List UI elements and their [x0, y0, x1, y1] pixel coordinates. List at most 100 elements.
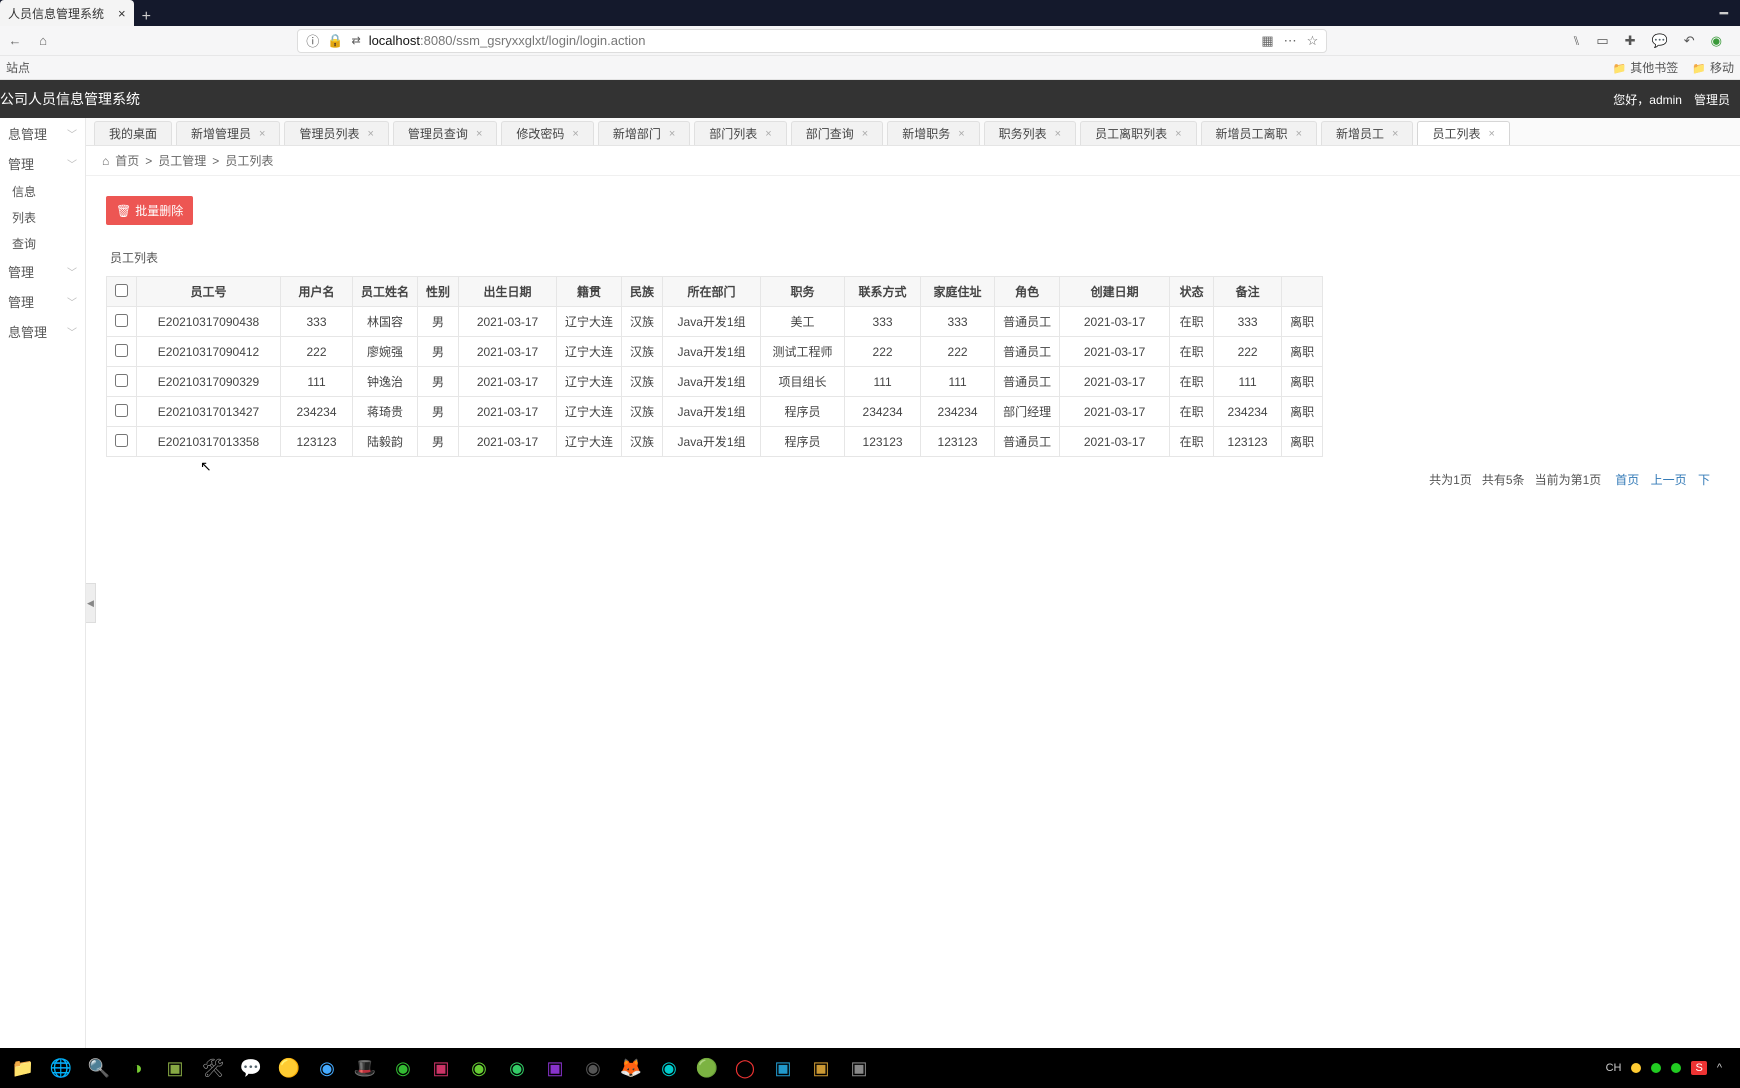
content-tab[interactable]: 部门查询×: [791, 121, 883, 145]
eclipse-icon[interactable]: ◉: [578, 1053, 608, 1083]
search-icon[interactable]: 🔍: [84, 1053, 114, 1083]
close-icon[interactable]: ×: [958, 128, 964, 140]
vs-icon[interactable]: ▣: [540, 1053, 570, 1083]
sidebar-item[interactable]: 信息: [0, 178, 85, 204]
app-icon-2[interactable]: ◉: [388, 1053, 418, 1083]
content-tab[interactable]: 新增员工离职×: [1201, 121, 1317, 145]
minimize-icon[interactable]: ━: [1720, 5, 1728, 22]
pager-prev[interactable]: 上一页: [1651, 473, 1687, 487]
word-icon[interactable]: ▣: [768, 1053, 798, 1083]
close-icon[interactable]: ×: [259, 128, 265, 140]
undo-icon[interactable]: ↶: [1684, 33, 1695, 49]
content-tab[interactable]: 新增员工×: [1321, 121, 1413, 145]
close-icon[interactable]: ×: [476, 128, 482, 140]
qr-icon[interactable]: ▦: [1261, 33, 1273, 49]
intellij-icon[interactable]: ▣: [426, 1053, 456, 1083]
tray-s[interactable]: S: [1691, 1061, 1706, 1075]
tray-icon-2[interactable]: [1651, 1063, 1661, 1073]
sidebar-group[interactable]: 息管理﹀: [0, 118, 85, 148]
tools-icon[interactable]: 🛠: [198, 1053, 228, 1083]
pager-first[interactable]: 首页: [1615, 473, 1639, 487]
row-checkbox[interactable]: [115, 434, 128, 447]
mobile-bookmarks[interactable]: 移动: [1692, 59, 1734, 76]
content-tab[interactable]: 修改密码×: [501, 121, 593, 145]
explorer-icon[interactable]: 📁: [8, 1053, 38, 1083]
extension-icon[interactable]: ✚: [1625, 33, 1636, 49]
firefox-icon[interactable]: 🦊: [616, 1053, 646, 1083]
cell[interactable]: 离职: [1282, 397, 1323, 427]
bookmark-star-icon[interactable]: ☆: [1307, 33, 1319, 49]
back-icon[interactable]: ←: [6, 32, 24, 50]
globe-icon[interactable]: 🌐: [46, 1053, 76, 1083]
home-icon[interactable]: ⌂: [34, 32, 52, 50]
wechat-dev-icon[interactable]: ◑: [122, 1053, 152, 1083]
more-icon[interactable]: ⋯: [1284, 33, 1297, 49]
row-checkbox[interactable]: [115, 314, 128, 327]
close-icon[interactable]: ×: [1296, 128, 1302, 140]
row-checkbox[interactable]: [115, 374, 128, 387]
row-checkbox[interactable]: [115, 404, 128, 417]
close-icon[interactable]: ×: [1392, 128, 1398, 140]
chromium-icon[interactable]: ◉: [312, 1053, 342, 1083]
reader-icon[interactable]: ▭: [1596, 33, 1608, 49]
select-all-checkbox[interactable]: [115, 284, 128, 297]
cell[interactable]: 离职: [1282, 427, 1323, 457]
content-tab[interactable]: 管理员查询×: [393, 121, 497, 145]
profile-icon[interactable]: ◉: [1711, 33, 1722, 49]
chrome-icon[interactable]: 🟡: [274, 1053, 304, 1083]
content-tab[interactable]: 新增管理员×: [176, 121, 280, 145]
library-icon[interactable]: ⑊: [1573, 33, 1581, 49]
lock-icon[interactable]: 🔒: [327, 33, 343, 49]
content-tab[interactable]: 部门列表×: [694, 121, 786, 145]
app-icon-3[interactable]: ◉: [502, 1053, 532, 1083]
info-icon[interactable]: ⓘ: [306, 31, 319, 50]
wechat-icon[interactable]: 💬: [236, 1053, 266, 1083]
close-icon[interactable]: ×: [1175, 128, 1181, 140]
content-tab[interactable]: 员工列表×: [1417, 121, 1509, 145]
tray-expand-icon[interactable]: ^: [1717, 1062, 1722, 1074]
close-icon[interactable]: ×: [765, 128, 771, 140]
terminal-icon[interactable]: ▣: [160, 1053, 190, 1083]
sidebar-item[interactable]: 列表: [0, 204, 85, 230]
row-checkbox[interactable]: [115, 344, 128, 357]
content-tab[interactable]: 员工离职列表×: [1080, 121, 1196, 145]
home-icon[interactable]: ⌂: [102, 154, 109, 168]
breadcrumb-home[interactable]: 首页: [115, 152, 139, 169]
opera-icon[interactable]: ◯: [730, 1053, 760, 1083]
other-bookmarks[interactable]: 其他书签: [1613, 59, 1679, 76]
edge-icon[interactable]: ◉: [654, 1053, 684, 1083]
sidebar-item[interactable]: 查询: [0, 230, 85, 256]
close-icon[interactable]: ×: [669, 128, 675, 140]
content-tab[interactable]: 管理员列表×: [284, 121, 388, 145]
content-tab[interactable]: 我的桌面: [94, 121, 172, 145]
sidebar-group[interactable]: 管理﹀: [0, 256, 85, 286]
browser-tab[interactable]: 人员信息管理系统 ×: [0, 0, 134, 26]
close-icon[interactable]: ×: [1055, 128, 1061, 140]
spring-icon[interactable]: ◉: [464, 1053, 494, 1083]
close-icon[interactable]: ×: [1488, 128, 1494, 140]
tray-icon-3[interactable]: [1671, 1063, 1681, 1073]
content-tab[interactable]: 新增部门×: [598, 121, 690, 145]
chat-icon[interactable]: 💬: [1652, 33, 1668, 49]
close-tab-icon[interactable]: ×: [118, 6, 126, 21]
new-tab-button[interactable]: +: [134, 8, 159, 26]
content-tab[interactable]: 新增职务×: [887, 121, 979, 145]
batch-delete-button[interactable]: 🗑 批量删除: [106, 196, 193, 225]
bookmark-item[interactable]: 站点: [6, 59, 30, 76]
code-icon[interactable]: ▣: [844, 1053, 874, 1083]
app-icon-1[interactable]: 🎩: [350, 1053, 380, 1083]
close-icon[interactable]: ×: [572, 128, 578, 140]
notepad-icon[interactable]: ▣: [806, 1053, 836, 1083]
url-bar[interactable]: ⓘ 🔒 ⇄ localhost:8080/ssm_gsryxxglxt/logi…: [297, 29, 1327, 53]
close-icon[interactable]: ×: [862, 128, 868, 140]
cell[interactable]: 离职: [1282, 307, 1323, 337]
cell[interactable]: 离职: [1282, 337, 1323, 367]
ime-indicator[interactable]: CH: [1606, 1062, 1622, 1074]
chrome2-icon[interactable]: 🟢: [692, 1053, 722, 1083]
content-tab[interactable]: 职务列表×: [984, 121, 1076, 145]
user-role[interactable]: 管理员: [1694, 91, 1730, 108]
sidebar-group[interactable]: 息管理﹀: [0, 316, 85, 346]
pager-next[interactable]: 下: [1698, 473, 1710, 487]
sidebar-collapse-handle[interactable]: ◀: [86, 583, 96, 623]
cell[interactable]: 离职: [1282, 367, 1323, 397]
